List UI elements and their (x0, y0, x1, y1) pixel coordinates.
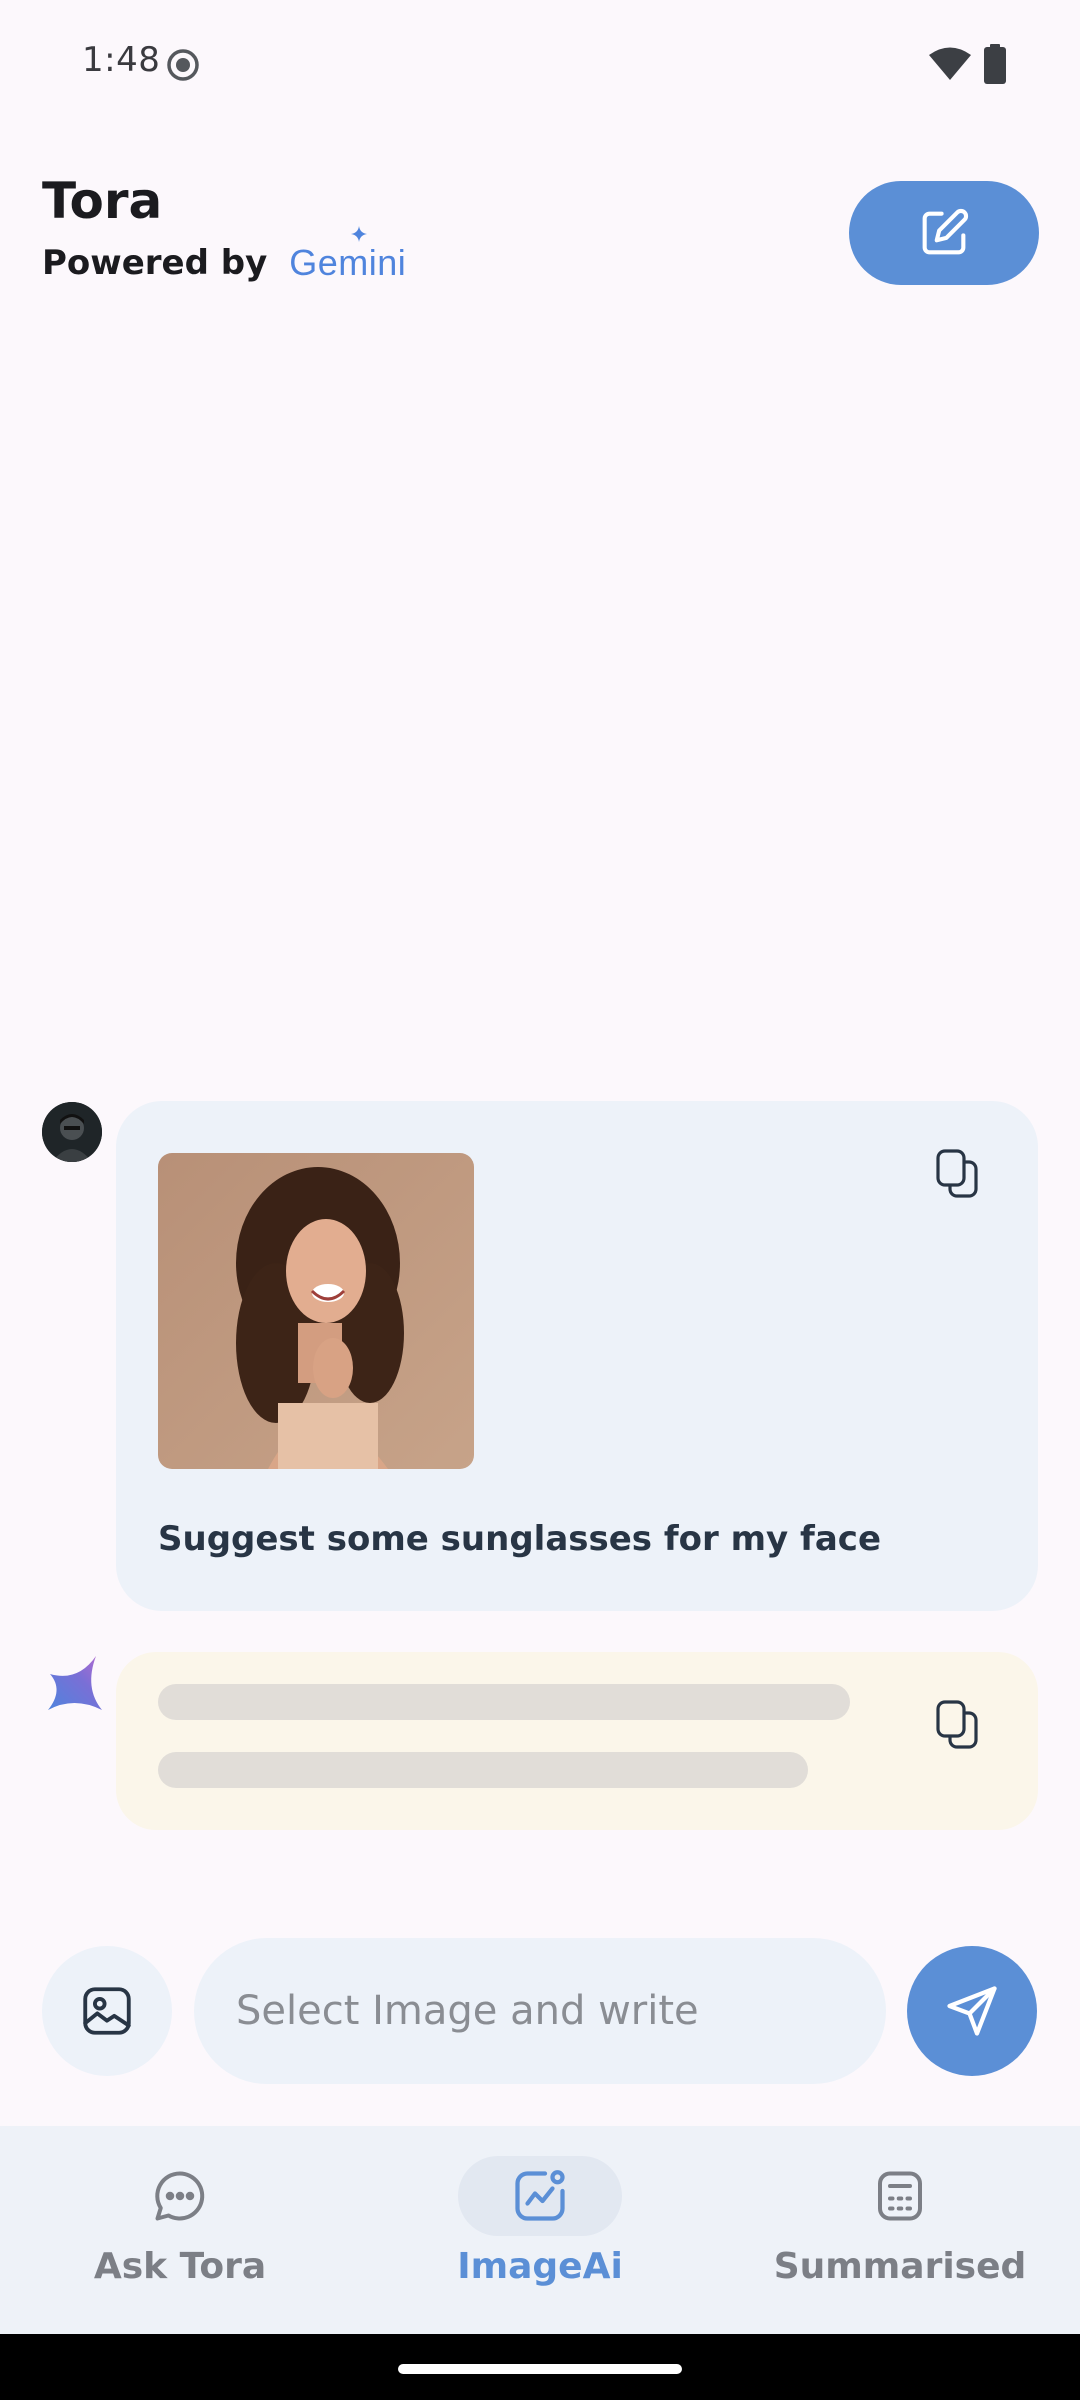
nav-pill (818, 2156, 982, 2236)
user-message-bubble: Suggest some sunglasses for my face (116, 1101, 1038, 1611)
wifi-icon (929, 47, 971, 80)
new-chat-edit-button[interactable] (849, 181, 1039, 285)
powered-by-label: Powered by (42, 243, 268, 283)
loading-skeleton-line (158, 1684, 850, 1720)
send-icon (947, 1986, 997, 2036)
document-icon (878, 2171, 922, 2221)
nav-item-imageai[interactable]: ImageAi (360, 2126, 720, 2334)
avatar-image (42, 1102, 102, 1162)
nav-pill-selected (458, 2156, 622, 2236)
nav-label: Ask Tora (93, 2246, 267, 2287)
nav-label: Summarised (773, 2246, 1027, 2287)
woman-portrait-image (158, 1153, 474, 1469)
send-button[interactable] (907, 1946, 1037, 2076)
nav-item-ask-tora[interactable]: Ask Tora (0, 2126, 360, 2334)
user-message-text: Suggest some sunglasses for my face (158, 1519, 881, 1559)
nav-pill (98, 2156, 262, 2236)
gemini-spark-small-icon (351, 226, 368, 242)
powered-by-row: Powered by Gemini (42, 226, 407, 288)
screen-record-icon (167, 49, 199, 81)
edit-icon (922, 208, 969, 255)
message-input[interactable] (194, 1938, 886, 2084)
chat-bubble-icon (155, 2171, 205, 2221)
system-navigation-bar (0, 2334, 1080, 2400)
battery-icon (984, 44, 1006, 84)
loading-skeleton-line (158, 1752, 808, 1788)
gemini-logo: Gemini (289, 226, 407, 284)
bottom-navigation: Ask Tora ImageAi Summarised (0, 2126, 1080, 2334)
home-indicator[interactable] (398, 2364, 682, 2374)
copy-icon[interactable] (934, 1698, 982, 1752)
nav-label: ImageAi (457, 2246, 623, 2287)
gemini-spark-icon (48, 1656, 102, 1710)
status-time: 1:48 (82, 40, 161, 80)
image-analytics-icon (515, 2170, 565, 2221)
gemini-brand-text: Gemini (289, 242, 407, 283)
image-icon (83, 1987, 131, 2035)
user-avatar (42, 1102, 102, 1162)
ai-response-bubble (116, 1652, 1038, 1830)
nav-item-summarised[interactable]: Summarised (720, 2126, 1080, 2334)
app-title: Tora (42, 172, 163, 230)
status-bar: 1:48 (0, 0, 1080, 130)
select-image-button[interactable] (42, 1946, 172, 2076)
uploaded-photo[interactable] (158, 1153, 474, 1469)
copy-icon[interactable] (934, 1147, 982, 1201)
